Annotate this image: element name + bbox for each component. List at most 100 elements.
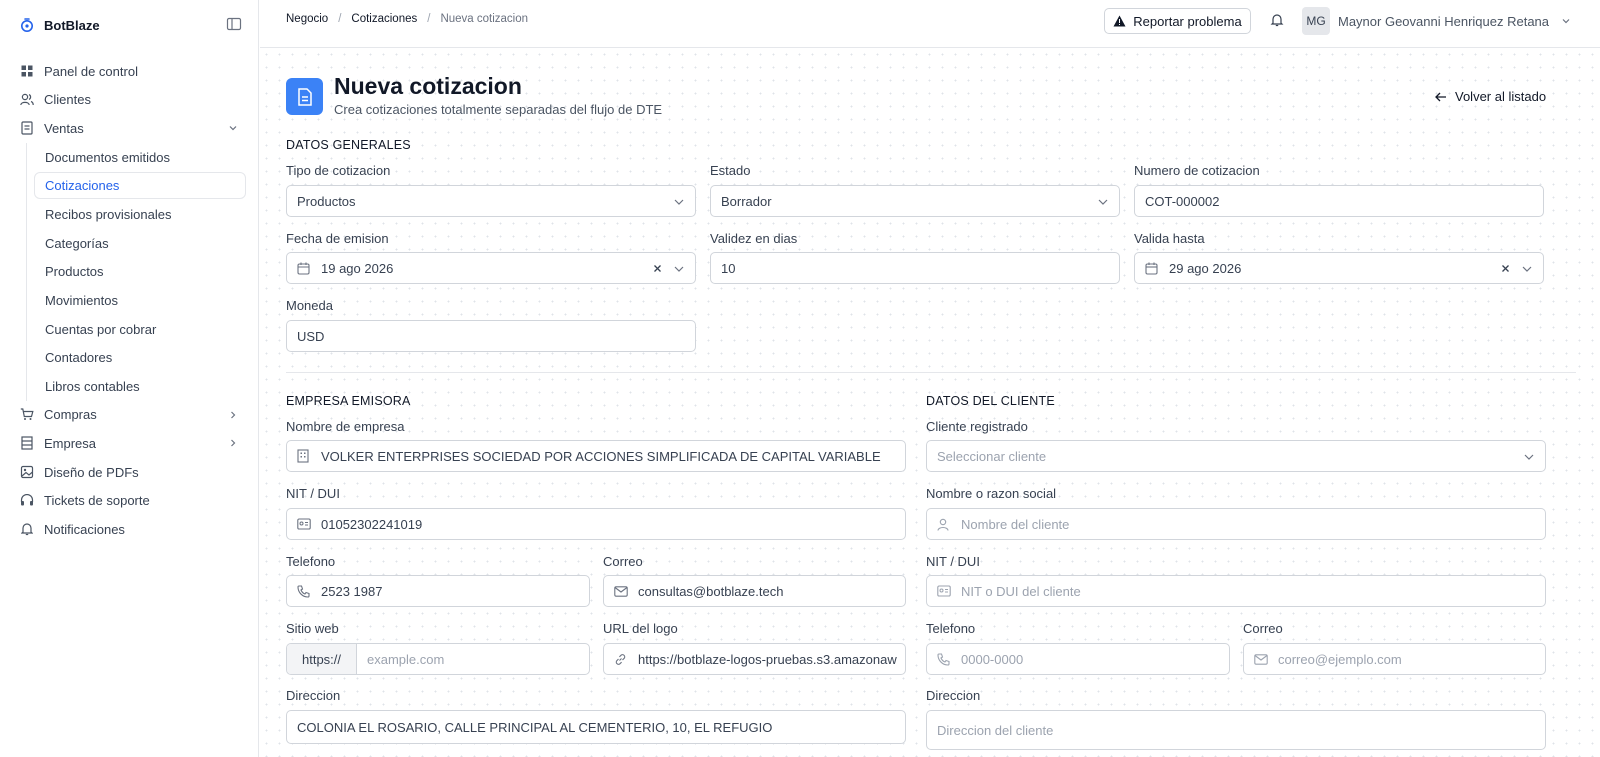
- chevron-right-icon: [228, 410, 238, 420]
- tipo-cotizacion-select[interactable]: Productos: [286, 185, 696, 217]
- telefono-empresa-input[interactable]: 2523 1987: [286, 575, 590, 607]
- id-card-icon: [297, 517, 311, 531]
- direccion-empresa-input[interactable]: COLONIA EL ROSARIO, CALLE PRINCIPAL AL C…: [286, 710, 906, 744]
- fecha-emision-picker[interactable]: 19 ago 2026: [286, 252, 696, 284]
- warning-icon: [1113, 15, 1126, 27]
- sidebar-toggle-icon[interactable]: [226, 16, 242, 32]
- nombre-empresa-input[interactable]: VOLKER ENTERPRISES SOCIEDAD POR ACCIONES…: [286, 440, 906, 472]
- ventas-subnav: Documentos emitidos Cotizaciones Recibos…: [26, 142, 246, 401]
- breadcrumb: Negocio / Cotizaciones / Nueva cotizacio…: [286, 13, 528, 25]
- cliente-registrado-select[interactable]: Seleccionar cliente: [926, 440, 1546, 472]
- valida-hasta-label: Valida hasta: [1134, 231, 1205, 246]
- nombre-cliente-input[interactable]: Nombre del cliente: [926, 508, 1546, 540]
- sidebar-item-label: Tickets de soporte: [44, 493, 150, 509]
- breadcrumb-current: Nueva cotizacion: [440, 13, 529, 25]
- sidebar-item-clientes[interactable]: Clientes: [20, 86, 246, 115]
- sidebar-item-empresa[interactable]: Empresa: [20, 429, 246, 458]
- sidebar-item-notificaciones[interactable]: Notificaciones: [20, 515, 246, 544]
- link-icon: [614, 652, 628, 666]
- valida-hasta-picker[interactable]: 29 ago 2026: [1134, 252, 1544, 284]
- telefono-cliente-input[interactable]: 0000-0000: [926, 643, 1230, 675]
- building-icon: [297, 449, 311, 463]
- breadcrumb-negocio[interactable]: Negocio: [286, 13, 328, 25]
- tipo-cotizacion-value: Productos: [297, 193, 356, 209]
- chevron-down-icon: [228, 123, 238, 133]
- sidebar-item-panel-de-control[interactable]: Panel de control: [20, 57, 246, 86]
- sidebar-item-tickets-de-soporte[interactable]: Tickets de soporte: [20, 486, 246, 515]
- brand-name: BotBlaze: [44, 17, 100, 33]
- url-logo-label: URL del logo: [603, 621, 678, 636]
- breadcrumb-separator: /: [338, 13, 342, 25]
- clear-icon[interactable]: [1500, 263, 1511, 274]
- numero-cotizacion-field[interactable]: COT-000002: [1134, 185, 1544, 217]
- sidebar-item-compras[interactable]: Compras: [20, 401, 246, 430]
- estado-label: Estado: [710, 163, 751, 178]
- sidebar-item-diseno-de-pdfs[interactable]: Diseño de PDFs: [20, 458, 246, 487]
- nit-cliente-placeholder: NIT o DUI del cliente: [961, 583, 1081, 599]
- chevron-down-icon: [1097, 196, 1109, 208]
- sidebar-item-label: Panel de control: [44, 63, 138, 79]
- telefono-empresa-value: 2523 1987: [321, 583, 383, 599]
- fecha-emision-value: 19 ago 2026: [321, 260, 394, 276]
- main-content: Nueva cotizacion Crea cotizaciones total…: [260, 48, 1600, 757]
- dashboard-icon: [20, 64, 34, 78]
- section-divider: [286, 372, 1576, 373]
- sidebar-subitem-documentos-emitidos[interactable]: Documentos emitidos: [35, 143, 246, 172]
- direccion-cliente-label: Direccion: [926, 688, 981, 703]
- correo-empresa-label: Correo: [603, 554, 643, 569]
- brand[interactable]: BotBlaze: [20, 15, 100, 35]
- arrow-left-icon: [1435, 92, 1447, 102]
- direccion-cliente-input[interactable]: Direccion del cliente: [926, 710, 1546, 750]
- sidebar-item-label: Empresa: [44, 435, 97, 451]
- nit-empresa-input[interactable]: 01052302241019: [286, 508, 906, 540]
- breadcrumb-cotizaciones[interactable]: Cotizaciones: [351, 13, 417, 25]
- building-icon: [20, 436, 34, 451]
- estado-select[interactable]: Borrador: [710, 185, 1120, 217]
- sidebar-item-label: Notificaciones: [44, 521, 125, 537]
- sidebar-subitem-libros-contables[interactable]: Libros contables: [35, 372, 246, 401]
- sitio-web-placeholder: example.com: [367, 651, 445, 667]
- notifications-bell-icon[interactable]: [1270, 13, 1284, 27]
- direccion-cliente-placeholder: Direccion del cliente: [937, 722, 1054, 738]
- topbar: Negocio / Cotizaciones / Nueva cotizacio…: [260, 0, 1600, 48]
- moneda-field[interactable]: USD: [286, 320, 696, 352]
- sidebar-subitem-productos[interactable]: Productos: [35, 258, 246, 287]
- sidebar-subitem-cuentas-por-cobrar[interactable]: Cuentas por cobrar: [35, 315, 246, 344]
- sidebar-subitem-movimientos[interactable]: Movimientos: [35, 286, 246, 315]
- breadcrumb-separator: /: [427, 13, 431, 25]
- nit-empresa-value: 01052302241019: [321, 516, 423, 532]
- bell-icon: [20, 522, 34, 536]
- back-to-list-link[interactable]: Volver al listado: [1435, 89, 1546, 104]
- chevron-down-icon[interactable]: [1561, 16, 1571, 26]
- telefono-cliente-placeholder: 0000-0000: [961, 651, 1024, 667]
- nombre-empresa-value: VOLKER ENTERPRISES SOCIEDAD POR ACCIONES…: [321, 448, 881, 464]
- nit-cliente-input[interactable]: NIT o DUI del cliente: [926, 575, 1546, 607]
- sitio-web-input[interactable]: https:// example.com: [286, 643, 590, 675]
- report-problem-button[interactable]: Reportar problema: [1104, 8, 1251, 34]
- url-logo-value: https://botblaze-logos-pruebas.s3.amazon…: [638, 651, 897, 667]
- direccion-empresa-value: COLONIA EL ROSARIO, CALLE PRINCIPAL AL C…: [297, 719, 773, 735]
- sidebar-subitem-recibos-provisionales[interactable]: Recibos provisionales: [35, 200, 246, 229]
- clear-icon[interactable]: [652, 263, 663, 274]
- page-subtitle: Crea cotizaciones totalmente separadas d…: [334, 102, 663, 117]
- sidebar-nav: Panel de control Clientes Ventas Documen…: [20, 57, 246, 544]
- moneda-label: Moneda: [286, 298, 333, 313]
- sitio-web-prefix: https://: [287, 644, 357, 674]
- fecha-emision-label: Fecha de emision: [286, 231, 389, 246]
- user-name[interactable]: Maynor Geovanni Henriquez Retana: [1338, 14, 1549, 29]
- avatar[interactable]: MG: [1302, 7, 1330, 35]
- correo-empresa-input[interactable]: consultas@botblaze.tech: [603, 575, 906, 607]
- correo-cliente-placeholder: correo@ejemplo.com: [1278, 651, 1402, 667]
- estado-value: Borrador: [721, 193, 772, 209]
- url-logo-input[interactable]: https://botblaze-logos-pruebas.s3.amazon…: [603, 643, 906, 675]
- sidebar-item-ventas[interactable]: Ventas: [20, 114, 246, 143]
- nombre-cliente-label: Nombre o razon social: [926, 486, 1057, 501]
- sidebar-subitem-categorias[interactable]: Categorías: [35, 229, 246, 258]
- section-title-datos-generales: DATOS GENERALES: [286, 138, 411, 152]
- validez-dias-input[interactable]: 10: [710, 252, 1120, 284]
- sidebar-subitem-contadores[interactable]: Contadores: [35, 343, 246, 372]
- moneda-value: USD: [297, 328, 325, 344]
- chevron-down-icon: [1523, 451, 1535, 463]
- correo-cliente-input[interactable]: correo@ejemplo.com: [1243, 643, 1546, 675]
- sidebar-subitem-cotizaciones[interactable]: Cotizaciones: [34, 172, 246, 200]
